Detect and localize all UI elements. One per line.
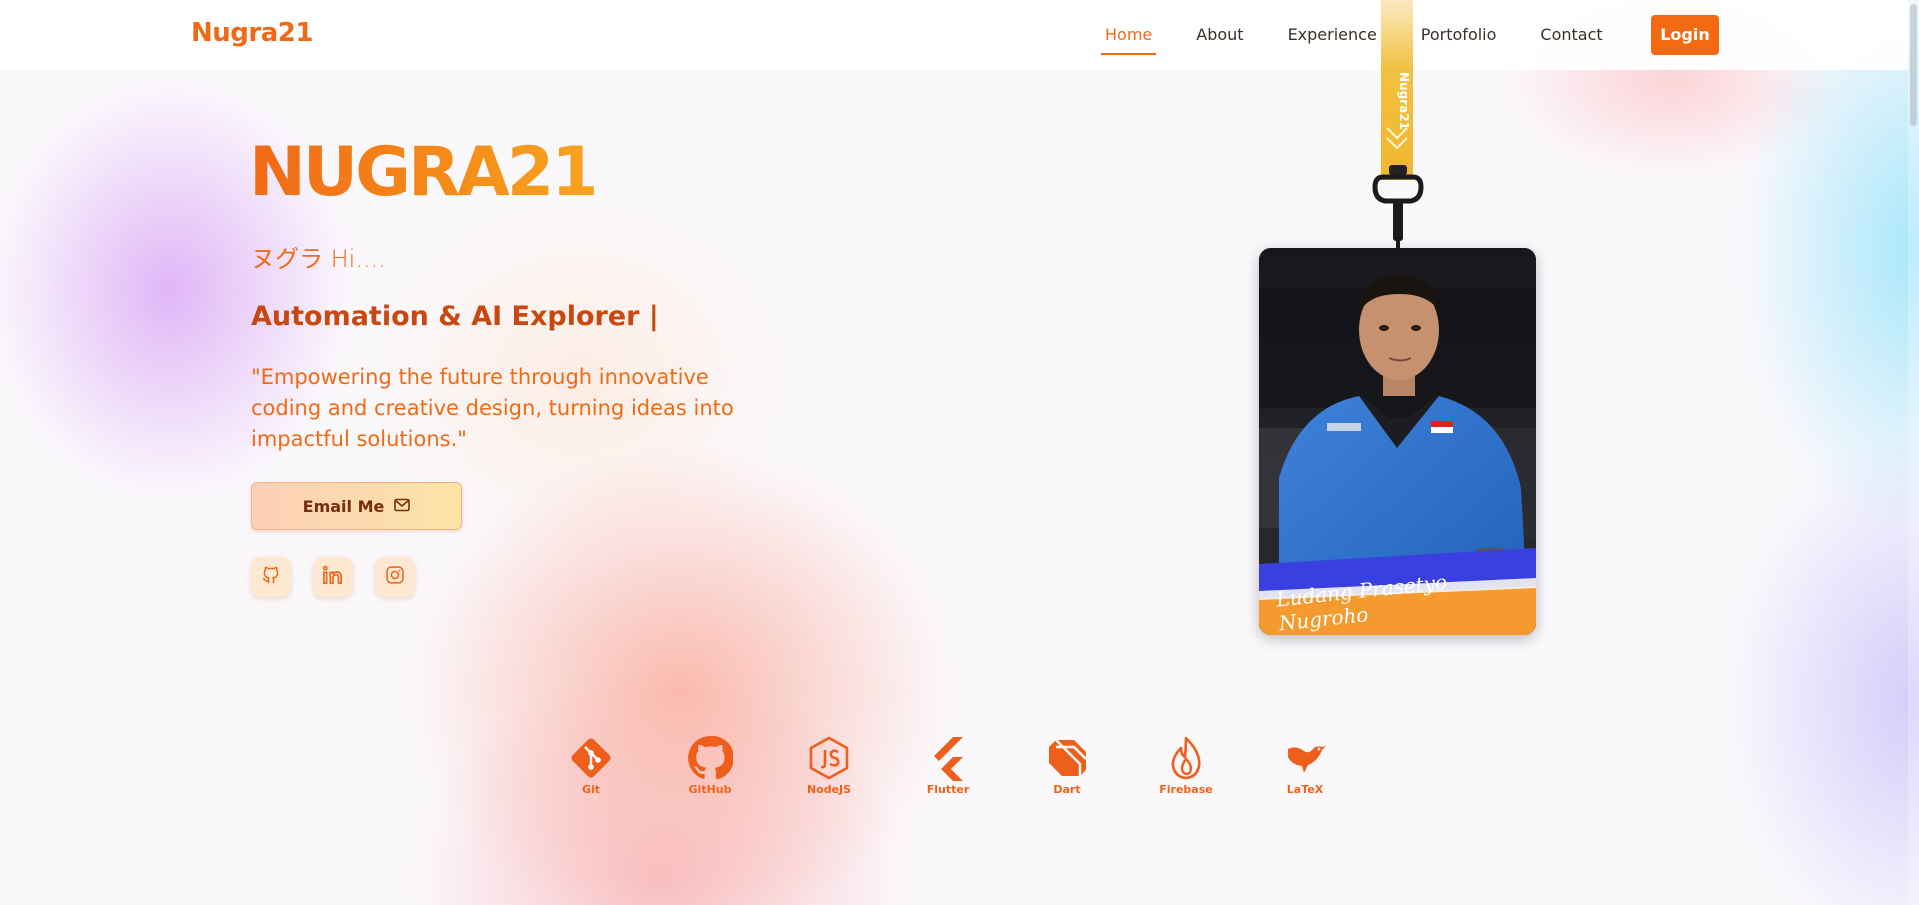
tech-firebase[interactable]: Firebase [1146,735,1226,796]
id-card[interactable]: Ludang Prasetyo Nugroho [1259,248,1536,635]
tech-label: NodeJS [806,783,852,796]
mail-icon [394,497,411,516]
page-scrollbar[interactable] [1908,0,1919,905]
tech-label: GitHub [688,783,732,796]
brand-logo[interactable]: Nugra21 [191,18,313,48]
lanyard-chevrons [1386,127,1408,150]
tech-label: Dart [1053,783,1081,796]
tech-latex[interactable]: LaTeX [1265,735,1345,796]
git-icon [571,738,611,778]
nav-links: Home About Experience Portofolio Contact [1100,0,1647,70]
tech-flutter[interactable]: Flutter [908,735,988,796]
nav-contact[interactable]: Contact [1540,0,1602,70]
tech-label: Firebase [1159,783,1213,796]
login-button[interactable]: Login [1651,15,1719,55]
lanyard-text: Nugra21 [1397,72,1411,130]
nodejs-icon [809,736,849,780]
linkedin-icon [322,565,344,589]
tech-label: LaTeX [1286,783,1324,796]
hero-quote: "Empowering the future through innovativ… [251,365,734,451]
dart-icon [1049,739,1087,776]
latex-icon [1288,746,1326,773]
nav-portofolio[interactable]: Portofolio [1421,0,1497,70]
scrollbar-thumb[interactable] [1910,4,1917,126]
instagram-social-button[interactable] [375,557,415,597]
top-navbar: Nugra21 Home About Experience Portofolio… [0,0,1908,70]
nav-about[interactable]: About [1196,0,1243,70]
social-links [251,557,415,597]
nav-experience[interactable]: Experience [1288,0,1377,70]
tech-nodejs[interactable]: NodeJS [789,735,869,796]
nav-home[interactable]: Home [1100,0,1157,70]
email-me-button[interactable]: Email Me [251,482,462,530]
firebase-icon [1171,736,1201,780]
hero-role: Automation & AI Explorer | [251,301,659,332]
flutter-icon [934,737,963,781]
tech-github[interactable]: GitHub [670,735,750,796]
github-social-button[interactable] [251,557,291,597]
tech-label: Git [581,783,601,796]
hero-greeting: ヌグラ Hi.... [251,245,386,273]
tech-dart[interactable]: Dart [1027,735,1107,796]
email-button-label: Email Me [302,496,385,516]
linkedin-social-button[interactable] [313,557,353,597]
instagram-icon [385,565,405,589]
hero-title: NUGRA21 [249,133,599,212]
github-icon [261,565,281,589]
tech-git[interactable]: Git [551,735,631,796]
github-icon [688,735,733,780]
tech-label: Flutter [926,783,970,796]
